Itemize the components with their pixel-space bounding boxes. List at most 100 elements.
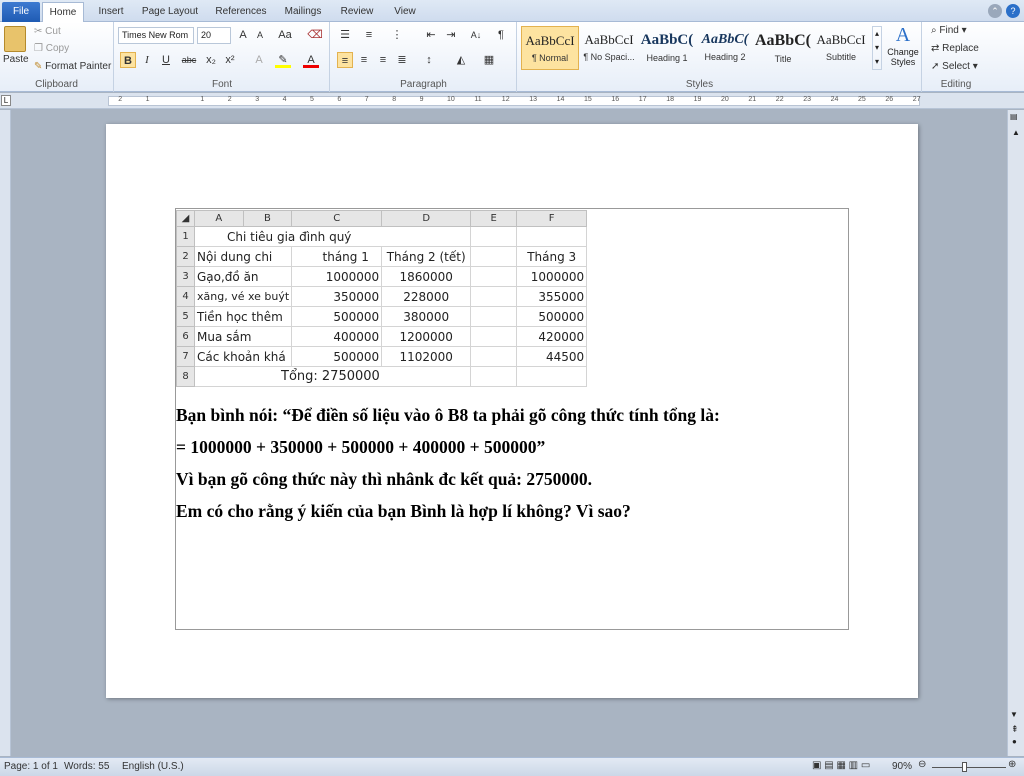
bold-icon[interactable]: B [120,52,136,68]
view-buttons[interactable]: ▣ ▤ ▦ ▥ ▭ [812,760,870,771]
ruler-tick-label: 12 [501,96,510,103]
cell: 500000 [516,306,588,327]
font-label: Font [211,79,232,90]
ruler-tick-label: 13 [529,96,537,103]
ruler-tick-label: 9 [419,96,424,103]
align-center-icon[interactable]: ≡ [356,52,372,68]
vertical-scrollbar[interactable]: ▤ ▲ ▼ ⇞ ● [1007,110,1024,756]
table-row: 3 Gạo,đồ ăn 1000000 1860000 1000000 [176,266,588,287]
borders-icon[interactable]: ▦ [481,52,497,68]
ruler-tick-label: 7 [364,96,369,103]
style-normal[interactable]: AaBbCcI ¶ Normal [521,26,579,70]
table-row: 6 Mua sắm 400000 1200000 420000 [176,326,588,347]
embedded-spreadsheet[interactable]: ◢ A B C D E F 1 Chi tiêu gia đình quý 2 … [176,210,588,387]
page-count[interactable]: Page: 1 of 1 [4,761,58,772]
underline-icon[interactable]: U [158,52,174,68]
body-text[interactable]: Bạn bình nói: “Để điền số liệu vào ô B8 … [176,399,846,527]
change-styles-button[interactable]: A Change Styles [884,24,922,67]
text-box[interactable]: ◢ A B C D E F 1 Chi tiêu gia đình quý 2 … [175,208,849,630]
cell [516,366,588,387]
highlight-icon[interactable]: ✎ [275,52,291,68]
align-right-icon[interactable]: ≡ [375,52,391,68]
superscript-icon[interactable]: x² [222,52,238,68]
zoom-in-icon[interactable]: ⊕ [1008,759,1016,770]
word-count[interactable]: Words: 55 [64,761,109,772]
shading-icon[interactable]: ◭ [453,52,469,68]
zoom-slider[interactable] [932,767,1006,768]
style-subtitle[interactable]: AaBbCcI Subtitle [812,26,870,70]
styles-scroll[interactable]: ▴ ▾ ▾ [872,26,882,70]
total-cell: Tổng: 2750000 [193,366,472,387]
style-heading-2[interactable]: AaBbC(Heading 2 [696,26,754,70]
header-cell: Tháng 2 (tết) [381,246,472,267]
status-bar: Page: 1 of 1 Words: 55 English (U.S.) ▣ … [0,757,1024,776]
tab-review[interactable]: Review [334,2,380,22]
shrink-font-icon[interactable]: A [252,27,268,43]
cell: 1102000 [381,346,472,367]
tab-page-layout[interactable]: Page Layout [138,2,202,22]
styles-label: Styles [685,79,714,90]
bullets-icon[interactable]: ☰ [337,27,353,43]
col-header-c: C [291,210,383,227]
copy-button[interactable]: ❐ Copy [34,43,69,54]
tab-file[interactable]: File [2,2,40,22]
tab-view[interactable]: View [386,2,424,22]
numbering-icon[interactable]: ≡ [361,27,377,43]
decrease-indent-icon[interactable]: ⇤ [423,27,439,43]
replace-button[interactable]: ⇄ Replace [931,43,979,54]
sort-icon[interactable]: A↓ [468,27,484,43]
ruler-strip: 2 1 1 2 3 4 5 6 7 8 9 10 11 12 13 14 15 16 17 18 19 20 21 22 23 2… [108,96,921,106]
subscript-icon[interactable]: x₂ [203,52,219,68]
select-button[interactable]: ➚ Select ▾ [931,61,978,72]
paragraph-line: = 1000000 + 350000 + 500000 + 400000 + 5… [176,437,546,457]
scroll-up-icon[interactable]: ▲ [1012,128,1020,137]
minimize-ribbon-icon[interactable]: ⌃ [988,4,1002,18]
strikethrough-icon[interactable]: abc [181,52,197,68]
editing-label: Editing [940,79,972,90]
format-painter-button[interactable]: ✎ Format Painter [34,61,111,72]
tab-home[interactable]: Home [42,2,84,22]
grow-font-icon[interactable]: A [235,27,251,43]
font-name-combo[interactable]: Times New Rom [118,27,194,44]
multilevel-list-icon[interactable]: ⋮ [389,27,405,43]
cut-button[interactable]: ✂ Cut [34,26,61,37]
align-left-icon[interactable]: ≡ [337,52,353,68]
style-title[interactable]: AaBbC(Title [754,26,812,70]
help-icon[interactable]: ? [1006,4,1020,18]
style-heading-1[interactable]: AaBbC(Heading 1 [638,26,696,70]
line-spacing-icon[interactable]: ↕ [421,52,437,68]
zoom-level[interactable]: 90% [892,761,912,772]
horizontal-ruler[interactable]: L 2 1 1 2 3 4 5 6 7 8 9 10 11 12 13 14 15 16 17 18 19 20 21 22 2… [0,93,1024,109]
text-effects-icon[interactable]: A [251,52,267,68]
increase-indent-icon[interactable]: ⇥ [443,27,459,43]
font-size-combo[interactable]: 20 [197,27,231,44]
find-button[interactable]: ⌕ Find ▾ [931,25,967,36]
language-status[interactable]: English (U.S.) [122,761,184,772]
paste-icon[interactable] [4,26,26,52]
zoom-slider-thumb[interactable] [962,762,967,772]
document-page[interactable]: ◢ A B C D E F 1 Chi tiêu gia đình quý 2 … [106,124,918,698]
italic-icon[interactable]: I [139,52,155,68]
ruler-tick-label: 15 [584,96,592,103]
paste-button[interactable]: Paste [3,54,29,65]
change-case-icon[interactable]: Aa [277,27,293,43]
tab-references[interactable]: References [210,2,272,22]
prev-page-icon[interactable]: ⇞ [1011,724,1019,735]
tab-selector-icon[interactable]: L [1,95,11,106]
vertical-ruler[interactable] [0,110,11,756]
brush-icon: ✎ [34,61,46,72]
browse-object-icon[interactable]: ● [1012,737,1017,746]
copy-icon: ❐ [34,43,46,54]
font-color-icon[interactable]: A [303,52,319,68]
tab-mailings[interactable]: Mailings [278,2,328,22]
ruler-tick-label: 21 [748,96,757,103]
ruler-tick-label: 3 [255,96,260,103]
tab-insert[interactable]: Insert [90,2,132,22]
style-no-spacing[interactable]: AaBbCcI ¶ No Spaci... [580,26,638,70]
scroll-down-icon[interactable]: ▼ [1010,710,1018,719]
pilcrow-icon[interactable]: ¶ [493,27,509,43]
ruler-toggle-icon[interactable]: ▤ [1010,112,1018,121]
justify-icon[interactable]: ≣ [394,52,410,68]
zoom-out-icon[interactable]: ⊖ [918,759,926,770]
clear-format-icon[interactable]: ⌫ [307,27,323,43]
